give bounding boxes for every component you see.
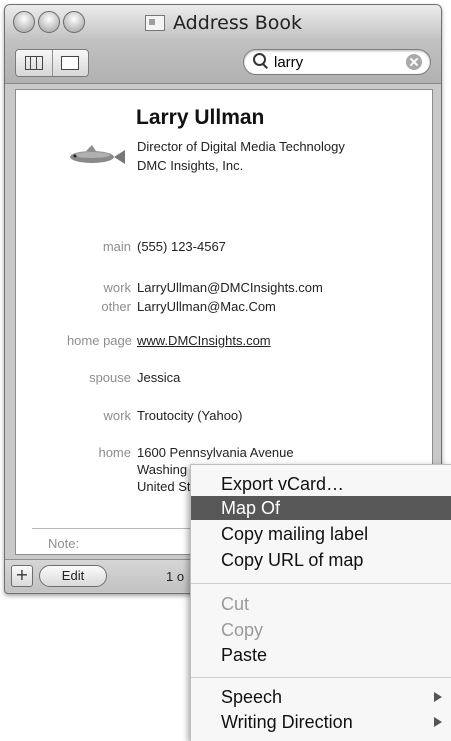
edit-button[interactable]: Edit (39, 565, 107, 587)
address-card-icon (145, 15, 165, 31)
field-label-home-address: home (98, 445, 131, 460)
submenu-arrow-icon (434, 717, 442, 727)
search-input[interactable] (272, 52, 396, 72)
window-title: Address Book (173, 12, 302, 34)
address-line-country[interactable]: United St (137, 479, 190, 494)
search-icon (252, 52, 272, 72)
submenu-arrow-icon (434, 692, 442, 702)
column-view-button[interactable] (16, 50, 52, 76)
field-label-home-page: home page (66, 333, 132, 348)
close-icon[interactable] (13, 11, 35, 33)
contact-company: DMC Insights, Inc. (137, 158, 244, 173)
minimize-icon[interactable] (38, 11, 60, 33)
menu-item-export-vcard[interactable]: Export vCard… (191, 472, 451, 496)
toolbar (5, 39, 441, 84)
contact-name: Larry Ullman (136, 106, 265, 129)
field-label-main: main (102, 239, 131, 254)
zoom-icon[interactable] (63, 11, 85, 33)
menu-item-speech[interactable]: Speech (191, 685, 451, 709)
search-field[interactable] (243, 49, 431, 75)
card-view-button[interactable] (51, 50, 89, 76)
field-label-work-im: work (103, 408, 131, 423)
field-label-spouse: spouse (89, 370, 131, 385)
card-icon (61, 56, 80, 70)
menu-item-label: Paste (221, 645, 268, 665)
contact-job-title: Director of Digital Media Technology (137, 139, 345, 154)
note-label: Note: (48, 536, 80, 551)
title-bar[interactable]: Address Book (5, 5, 441, 39)
fish-photo (62, 142, 126, 170)
menu-item-label: Copy (221, 620, 264, 640)
menu-item-label: Copy URL of map (221, 550, 364, 570)
clear-search-icon[interactable] (406, 54, 422, 70)
spouse-value[interactable]: Jessica (137, 370, 180, 385)
phone-value[interactable]: (555) 123-4567 (137, 239, 226, 254)
work-email-value[interactable]: LarryUllman@DMCInsights.com (137, 280, 323, 295)
menu-item-label: Writing Direction (221, 712, 353, 732)
menu-item-label: Export vCard… (221, 474, 345, 494)
address-line-city[interactable]: Washing (137, 462, 187, 477)
menu-item-label: Copy mailing label (221, 524, 369, 544)
card-count: 1 o (166, 569, 185, 584)
context-menu: Export vCard… Map Of Copy mailing label … (190, 464, 451, 741)
menu-item-copy-url-of-map[interactable]: Copy URL of map (191, 548, 451, 572)
work-im-value[interactable]: Troutocity (Yahoo) (137, 408, 243, 423)
home-page-link[interactable]: www.DMCInsights.com (137, 333, 271, 348)
field-label-other-email: other (101, 299, 131, 314)
menu-item-copy-mailing-label[interactable]: Copy mailing label (191, 522, 451, 546)
view-toggle (15, 49, 89, 77)
field-label-work-email: work (103, 280, 131, 295)
menu-item-map-of[interactable]: Map Of (191, 496, 451, 520)
menu-item-label: Cut (221, 594, 250, 614)
menu-item-paste[interactable]: Paste (191, 643, 451, 667)
menu-separator (191, 677, 451, 678)
menu-item-label: Map Of (221, 498, 281, 518)
address-line-street[interactable]: 1600 Pennsylvania Avenue (137, 445, 294, 460)
window-title-group: Address Book (145, 12, 302, 34)
menu-item-writing-direction[interactable]: Writing Direction (191, 710, 451, 734)
menu-item-label: Speech (221, 687, 283, 707)
menu-item-cut: Cut (191, 592, 451, 616)
menu-item-copy: Copy (191, 618, 451, 642)
menu-separator (191, 583, 451, 584)
add-card-button[interactable]: + (11, 565, 33, 587)
other-email-value[interactable]: LarryUllman@Mac.Com (137, 299, 276, 314)
columns-icon (24, 56, 43, 70)
